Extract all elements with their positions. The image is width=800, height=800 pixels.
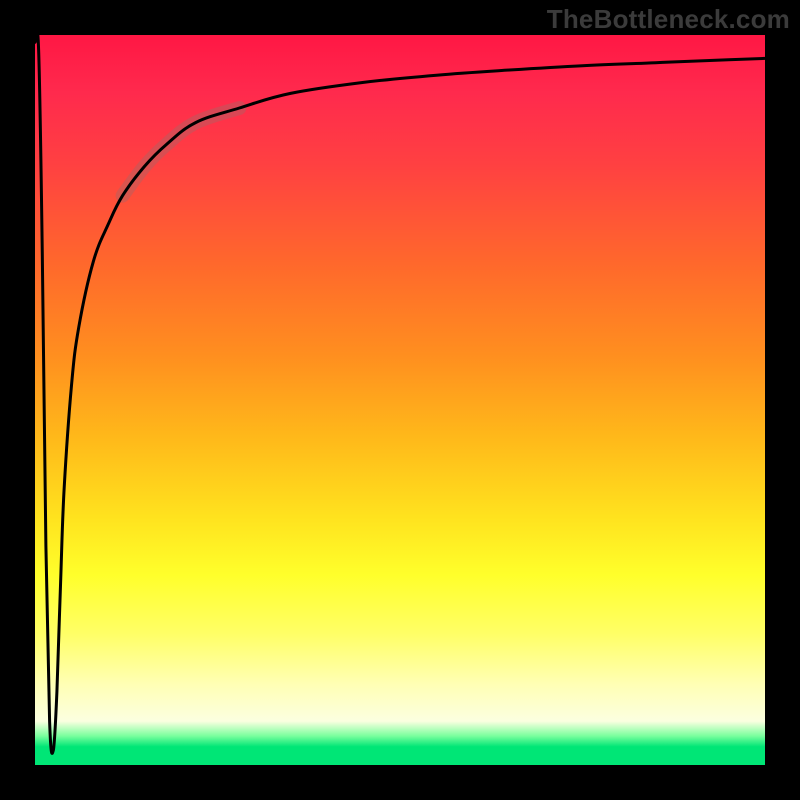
bottleneck-curve	[35, 31, 765, 753]
watermark-text: TheBottleneck.com	[547, 4, 790, 35]
chart-frame: TheBottleneck.com	[0, 0, 800, 800]
plot-area	[35, 35, 765, 765]
curve-highlight-segment	[123, 108, 240, 196]
curve-svg	[35, 35, 765, 765]
